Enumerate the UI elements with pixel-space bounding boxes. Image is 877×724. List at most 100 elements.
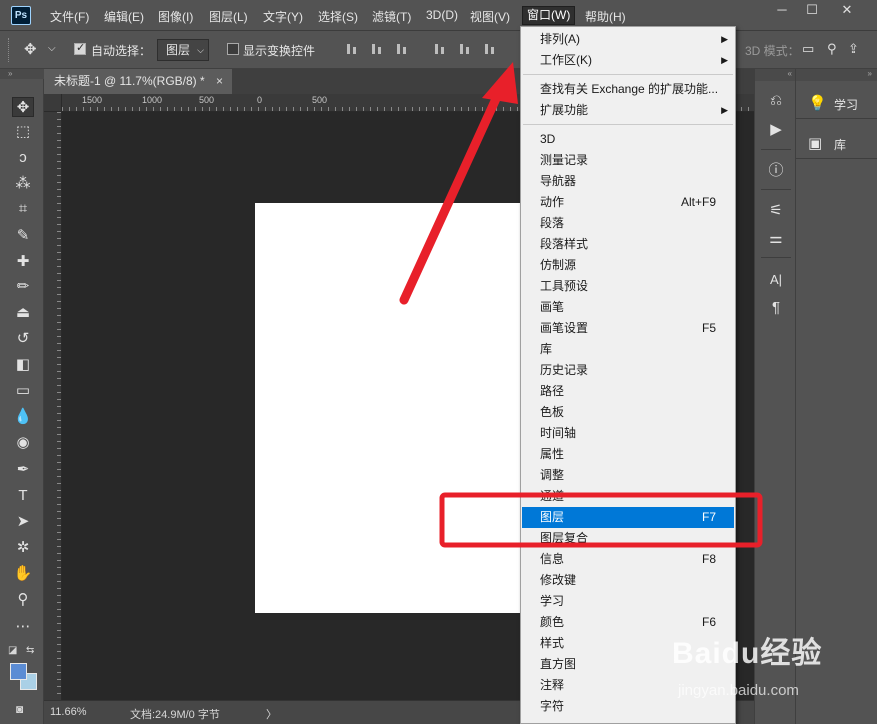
window-menu-item[interactable]: 仿制源 — [522, 255, 734, 276]
window-menu-item[interactable]: 查找有关 Exchange 的扩展功能... — [522, 79, 734, 100]
move-tool-icon[interactable]: ✥ — [12, 97, 34, 117]
window-menu-item[interactable]: 修改键 — [522, 570, 734, 591]
marquee-tool-icon[interactable]: ⬚ — [12, 122, 34, 142]
pen-tool-icon[interactable]: ✒ — [12, 460, 34, 480]
window-menu-item[interactable]: 库 — [522, 339, 734, 360]
character-panel-icon[interactable]: A| — [765, 270, 787, 290]
menu-6[interactable]: 滤镜(T) — [372, 8, 411, 25]
menu-8[interactable]: 视图(V) — [470, 8, 510, 25]
swap-colors-icon[interactable]: ⇆ — [26, 645, 34, 656]
foreground-color-swatch[interactable] — [10, 663, 27, 680]
align-bottom-edges-icon[interactable] — [395, 42, 409, 56]
default-colors-icon[interactable]: ◪ — [8, 645, 17, 656]
brush-settings-panel-icon[interactable]: ⚟ — [765, 201, 787, 221]
minimize-button[interactable]: ─ — [767, 2, 797, 20]
window-menu-item[interactable]: 动作 Alt+F9 — [522, 192, 734, 213]
tool-preset-dropdown-icon[interactable]: ⌵ — [48, 43, 56, 54]
window-menu-item[interactable]: 扩展功能 ▶ — [522, 100, 734, 121]
lasso-tool-icon[interactable]: ↄ — [12, 148, 34, 168]
window-menu-item[interactable]: 画笔设置 F5 — [522, 318, 734, 339]
menu-3[interactable]: 图层(L) — [209, 8, 248, 25]
menu-0[interactable]: 文件(F) — [50, 8, 89, 25]
type-tool-icon[interactable]: T — [12, 486, 34, 506]
submenu-arrow-icon: ▶ — [721, 105, 728, 115]
auto-select-checkbox[interactable] — [74, 41, 86, 55]
align-right-edges-icon[interactable] — [483, 42, 497, 56]
panel-learn[interactable]: 💡 学习 — [796, 87, 877, 119]
history-panel-icon[interactable]: ⎌ — [765, 91, 787, 111]
ruler-origin[interactable] — [44, 94, 62, 112]
info-panel-icon[interactable]: ⓘ — [765, 161, 787, 181]
search-icon[interactable]: ⚲ — [827, 41, 837, 57]
close-window-button[interactable]: ✕ — [832, 2, 862, 20]
window-menu-item[interactable]: 图层 F7 — [522, 507, 734, 528]
window-menu-item[interactable]: 画笔 — [522, 297, 734, 318]
crop-tool-icon[interactable]: ⌗ — [12, 199, 34, 219]
window-menu-item[interactable]: 排列(A) ▶ — [522, 29, 734, 50]
zoom-tool-icon[interactable]: ⚲ — [12, 590, 34, 610]
brush-tool-icon[interactable]: ✏ — [12, 277, 34, 297]
adjustments-panel-icon[interactable]: ⚌ — [765, 229, 787, 249]
align-top-edges-icon[interactable] — [345, 42, 359, 56]
menu-9[interactable]: 窗口(W) — [522, 6, 576, 25]
window-menu-item[interactable]: 导航器 — [522, 171, 734, 192]
window-menu-item[interactable]: 工具预设 — [522, 276, 734, 297]
document-tab[interactable]: 未标题-1 @ 11.7%(RGB/8) * × — [44, 69, 232, 94]
history-brush-tool-icon[interactable]: ↺ — [12, 329, 34, 349]
show-transform-checkbox[interactable] — [227, 43, 239, 55]
shape-tool-icon[interactable]: ✲ — [12, 538, 34, 558]
window-menu-item[interactable]: 信息 F8 — [522, 549, 734, 570]
healing-brush-tool-icon[interactable]: ✚ — [12, 252, 34, 272]
window-menu-item[interactable]: 段落样式 — [522, 234, 734, 255]
window-menu-item[interactable]: 段落 — [522, 213, 734, 234]
zoom-level[interactable]: 11.66% — [50, 706, 87, 718]
tools-panel-collapse-icon[interactable]: » — [0, 69, 44, 79]
magic-wand-tool-icon[interactable]: ⁂ — [12, 174, 34, 194]
menu-7[interactable]: 3D(D) — [426, 8, 458, 22]
status-menu-arrow-icon[interactable]: 〉 — [266, 706, 277, 722]
window-menu-item[interactable]: 图层复合 — [522, 528, 734, 549]
window-menu-item[interactable]: 测量记录 — [522, 150, 734, 171]
more-tools-icon[interactable]: ⋯ — [12, 617, 34, 637]
menu-5[interactable]: 选择(S) — [318, 8, 358, 25]
window-menu-item[interactable]: 色板 — [522, 402, 734, 423]
window-menu-item[interactable]: 3D — [522, 129, 734, 150]
menu-1[interactable]: 编辑(E) — [104, 8, 144, 25]
window-menu-item[interactable]: 学习 — [522, 591, 734, 612]
align-vertical-centers-icon[interactable] — [370, 42, 384, 56]
align-left-edges-icon[interactable] — [433, 42, 447, 56]
hand-tool-icon[interactable]: ✋ — [12, 564, 34, 584]
window-menu-item[interactable]: 路径 — [522, 381, 734, 402]
actions-panel-icon[interactable]: ▶ — [765, 120, 787, 140]
maximize-button[interactable]: ☐ — [797, 2, 827, 20]
window-menu-item[interactable]: 工作区(K) ▶ — [522, 50, 734, 71]
paragraph-panel-icon[interactable]: ¶ — [765, 298, 787, 318]
eraser-tool-icon[interactable]: ◧ — [12, 355, 34, 375]
eyedropper-tool-icon[interactable]: ✎ — [12, 226, 34, 246]
menu-2[interactable]: 图像(I) — [158, 8, 193, 25]
menu-4[interactable]: 文字(Y) — [263, 8, 303, 25]
blur-tool-icon[interactable]: 💧 — [12, 407, 34, 427]
panel-dock-collapse-icon[interactable]: » — [796, 69, 877, 81]
align-horizontal-centers-icon[interactable] — [458, 42, 472, 56]
window-menu-item[interactable]: 通道 — [522, 486, 734, 507]
quick-mask-icon[interactable]: ◙ — [16, 702, 23, 716]
options-bar-grip[interactable] — [8, 38, 11, 62]
window-menu-item[interactable]: 调整 — [522, 465, 734, 486]
panel-libraries[interactable]: ▣ 库 — [796, 127, 877, 159]
vertical-ruler[interactable] — [44, 112, 62, 700]
gradient-tool-icon[interactable]: ▭ — [12, 381, 34, 401]
move-tool-preset-icon[interactable]: ✥ — [24, 40, 37, 58]
panel-strip-collapse-icon[interactable]: « — [755, 69, 796, 81]
window-menu-item[interactable]: 属性 — [522, 444, 734, 465]
3d-orbit-icon[interactable]: ▭ — [802, 41, 814, 57]
auto-select-target-select[interactable]: 图层 ⌵ — [157, 39, 209, 61]
close-tab-icon[interactable]: × — [216, 69, 223, 93]
menu-10[interactable]: 帮助(H) — [585, 8, 626, 25]
stamp-tool-icon[interactable]: ⏏ — [12, 303, 34, 323]
window-menu-item[interactable]: 历史记录 — [522, 360, 734, 381]
path-selection-tool-icon[interactable]: ➤ — [12, 512, 34, 532]
window-menu-item[interactable]: 时间轴 — [522, 423, 734, 444]
dodge-tool-icon[interactable]: ◉ — [12, 433, 34, 453]
share-icon[interactable]: ⇪ — [848, 41, 859, 57]
